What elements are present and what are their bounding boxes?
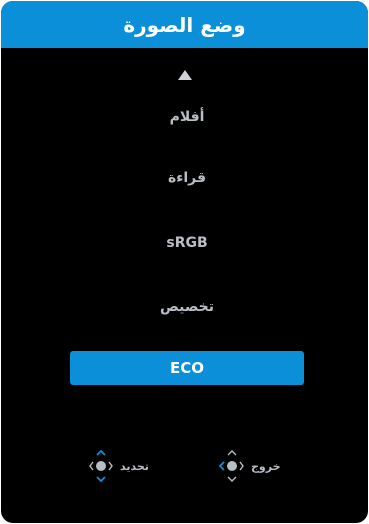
title-bar: وضع الصورة bbox=[1, 1, 368, 48]
menu-item-movies[interactable]: أفلام bbox=[70, 100, 304, 134]
select-hint-label: تحديد bbox=[120, 459, 149, 473]
menu-item-custom[interactable]: تخصيص bbox=[70, 290, 304, 324]
page-title: وضع الصورة bbox=[123, 12, 246, 37]
exit-hint: خروج bbox=[217, 450, 281, 482]
menu-item-reading[interactable]: قراءة bbox=[70, 161, 304, 195]
scroll-up-arrow-icon[interactable] bbox=[177, 70, 192, 80]
menu-item-eco[interactable]: ECO bbox=[70, 351, 304, 385]
menu-item-srgb[interactable]: sRGB bbox=[70, 226, 304, 260]
select-hint: تحديد bbox=[86, 450, 149, 482]
joystick-updown-icon bbox=[86, 450, 116, 482]
exit-hint-label: خروج bbox=[251, 459, 281, 473]
joystick-left-icon bbox=[217, 450, 247, 482]
osd-menu-panel: وضع الصورة أفلام قراءة sRGB تخصيص ECO تح… bbox=[1, 1, 368, 523]
